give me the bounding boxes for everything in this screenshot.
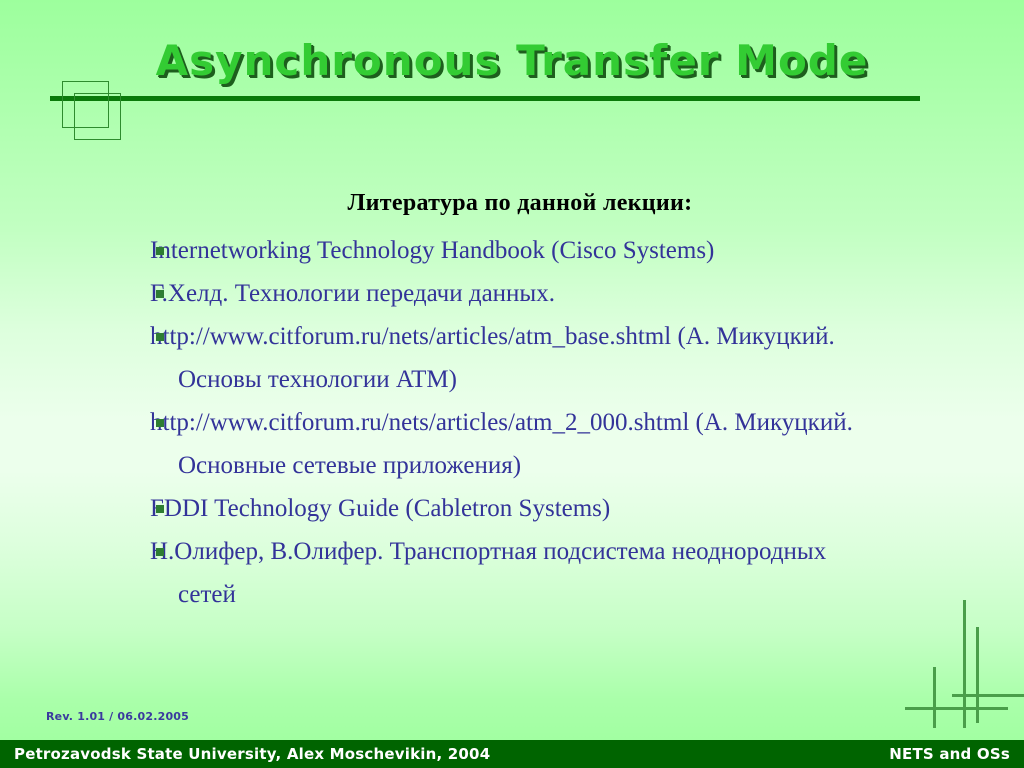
list-item: Internetworking Technology Handbook (Cis… — [150, 229, 890, 272]
list-item: FDDI Technology Guide (Cabletron Systems… — [150, 487, 890, 530]
list-item-label: http://www.citforum.ru/nets/articles/atm… — [150, 323, 835, 393]
list-item-label: Internetworking Technology Handbook (Cis… — [150, 237, 715, 264]
header-divider — [50, 96, 920, 101]
list-item: Н.Олифер, В.Олифер. Транспортная подсист… — [150, 530, 890, 616]
list-item: http://www.citforum.ru/nets/articles/atm… — [150, 315, 890, 401]
literature-list: Internetworking Technology Handbook (Cis… — [150, 229, 890, 616]
footer-left-text: Petrozavodsk State University, Alex Mosc… — [14, 745, 491, 763]
crosshatch-vertical-line-3 — [933, 667, 936, 728]
page-title: Asynchronous Transfer Mode — [155, 36, 869, 85]
footer-right-text: NETS and OSs — [889, 745, 1010, 763]
revision-label: Rev. 1.01 / 06.02.2005 — [46, 710, 190, 723]
list-item: http://www.citforum.ru/nets/articles/atm… — [150, 401, 890, 487]
crosshatch-horizontal-line-1 — [952, 694, 1024, 697]
slide-canvas: Asynchronous Transfer Mode Литература по… — [0, 0, 1024, 768]
list-item-label: http://www.citforum.ru/nets/articles/atm… — [150, 409, 853, 479]
slide-body: Литература по данной лекции: Internetwor… — [150, 190, 890, 616]
overlapping-squares-icon-b — [74, 93, 121, 140]
literature-heading: Литература по данной лекции: — [347, 190, 693, 216]
list-item-label: Г.Хелд. Технологии передачи данных. — [150, 280, 555, 307]
list-item: Г.Хелд. Технологии передачи данных. — [150, 272, 890, 315]
footer-bar: Petrozavodsk State University, Alex Mosc… — [0, 740, 1024, 768]
list-item-label: Н.Олифер, В.Олифер. Транспортная подсист… — [150, 538, 827, 608]
crosshatch-horizontal-line-2 — [905, 707, 1008, 710]
list-item-label: FDDI Technology Guide (Cabletron Systems… — [150, 495, 611, 522]
